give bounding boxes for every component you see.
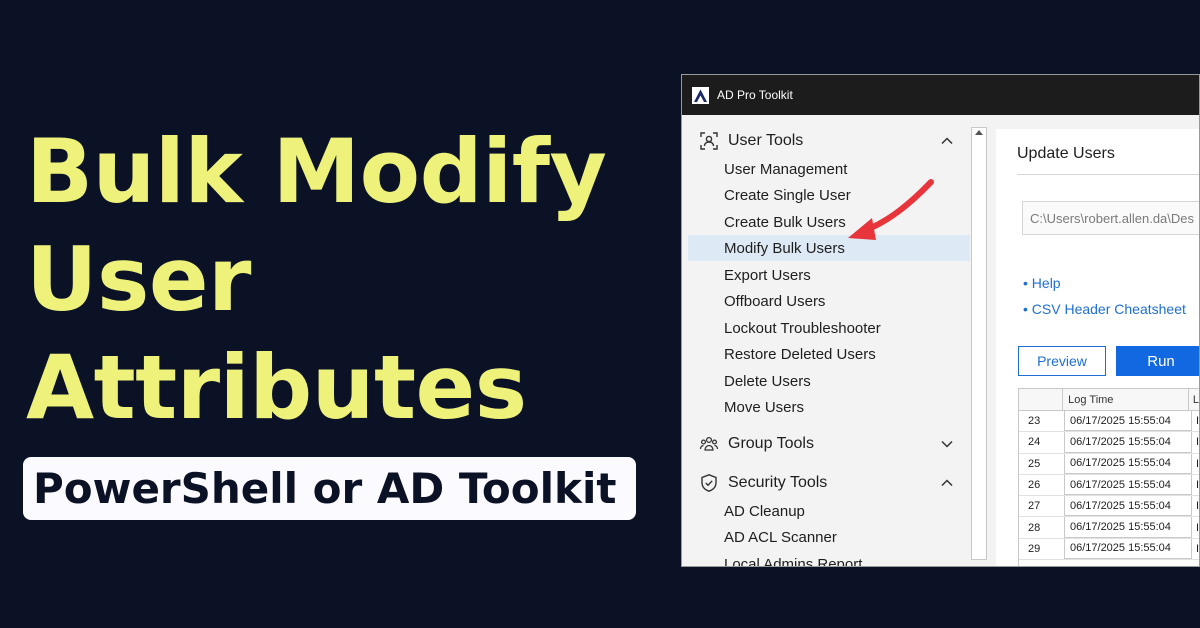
table-row[interactable]: 24 06/17/2025 15:55:04 I: [1019, 432, 1199, 454]
triangle-logo-icon: [692, 86, 709, 104]
main-panel: Update Users C:\Users\robert.allen.da\De…: [996, 129, 1199, 566]
row-log-time: 06/17/2025 15:55:04: [1063, 496, 1192, 517]
headline: Bulk Modify User Attributes: [26, 118, 666, 442]
headline-line-1: Bulk Modify: [26, 120, 607, 223]
row-log-time: 06/17/2025 15:55:04: [1063, 474, 1192, 496]
title-bar: AD Pro Toolkit: [682, 75, 1199, 115]
row-next-cell: I: [1195, 479, 1199, 492]
sidebar-item-export-users[interactable]: Export Users: [688, 262, 970, 288]
chevron-up-icon[interactable]: [940, 134, 954, 148]
table-row[interactable]: 23 06/17/2025 15:55:04 I: [1019, 411, 1199, 433]
section-group-tools[interactable]: Group Tools: [682, 430, 970, 458]
row-number: 28: [1028, 521, 1041, 534]
sidebar-item-delete-users[interactable]: Delete Users: [688, 368, 970, 394]
row-next-cell: I: [1195, 521, 1199, 534]
user-frame-icon: [700, 132, 718, 150]
row-next-cell: I: [1195, 457, 1199, 470]
section-label: Group Tools: [728, 435, 814, 452]
row-log-time: 06/17/2025 15:55:04: [1063, 432, 1192, 453]
scroll-up-arrow-icon[interactable]: [975, 130, 983, 135]
table-row[interactable]: 27 06/17/2025 15:55:04 I: [1019, 496, 1199, 518]
row-number: 23: [1028, 415, 1041, 428]
section-user-tools[interactable]: User Tools: [682, 127, 970, 155]
sidebar-scrollbar[interactable]: [971, 127, 987, 560]
row-log-time: 06/17/2025 15:55:04: [1063, 538, 1192, 560]
chevron-down-icon[interactable]: [940, 437, 954, 451]
shield-check-icon: [701, 474, 717, 492]
table-row[interactable]: 29 06/17/2025 15:55:04 I: [1019, 538, 1199, 561]
sidebar-item-offboard-users[interactable]: Offboard Users: [688, 288, 970, 314]
table-row[interactable]: 26 06/17/2025 15:55:04 I: [1019, 474, 1199, 497]
row-number: 25: [1028, 457, 1041, 470]
window-title: AD Pro Toolkit: [717, 88, 793, 102]
row-number: 27: [1028, 500, 1041, 513]
log-table-header: Log Time L: [1019, 389, 1199, 411]
chevron-up-icon[interactable]: [940, 476, 954, 490]
row-log-time: 06/17/2025 15:55:04: [1063, 411, 1192, 432]
run-button[interactable]: Run: [1116, 346, 1199, 376]
annotation-arrow-icon: [848, 179, 934, 240]
row-next-cell: I: [1195, 436, 1199, 449]
row-next-cell: I: [1195, 500, 1199, 513]
sidebar-item-ad-acl-scanner[interactable]: AD ACL Scanner: [688, 524, 970, 550]
row-number: 24: [1028, 436, 1041, 449]
sidebar-item-ad-cleanup[interactable]: AD Cleanup: [688, 498, 970, 524]
app-body: User Tools User Management Create Single…: [682, 115, 1199, 566]
file-path-input[interactable]: C:\Users\robert.allen.da\Des: [1022, 201, 1199, 235]
sidebar-item-restore-deleted-users[interactable]: Restore Deleted Users: [688, 341, 970, 367]
row-log-time: 06/17/2025 15:55:04: [1063, 453, 1192, 474]
app-window: AD Pro Toolkit User Tools User Managemen…: [681, 74, 1200, 567]
row-number: 29: [1028, 542, 1041, 555]
headline-line-2: User: [26, 228, 251, 331]
page-title: Update Users: [1017, 145, 1115, 162]
row-number: 26: [1028, 479, 1041, 492]
headline-line-3: Attributes: [26, 336, 527, 439]
column-header-next[interactable]: L: [1189, 389, 1199, 410]
title-divider: [1017, 174, 1199, 175]
subtitle-box: PowerShell or AD Toolkit: [23, 457, 636, 520]
csv-header-cheatsheet-link[interactable]: • CSV Header Cheatsheet: [1023, 301, 1186, 317]
section-label: Security Tools: [728, 474, 828, 491]
help-link[interactable]: • Help: [1023, 275, 1061, 291]
sidebar-item-lockout-troubleshooter[interactable]: Lockout Troubleshooter: [688, 315, 970, 341]
section-label: User Tools: [728, 132, 804, 149]
sidebar-item-move-users[interactable]: Move Users: [688, 394, 970, 420]
row-next-cell: I: [1195, 542, 1199, 555]
subtitle: PowerShell or AD Toolkit: [33, 464, 617, 513]
row-log-time: 06/17/2025 15:55:04: [1063, 517, 1192, 538]
row-next-cell: I: [1195, 415, 1199, 428]
section-security-tools[interactable]: Security Tools: [682, 469, 970, 497]
table-row[interactable]: 28 06/17/2025 15:55:04 I: [1019, 517, 1199, 539]
column-header-log-time[interactable]: Log Time: [1063, 389, 1189, 410]
sidebar-item-local-admins-report[interactable]: Local Admins Report: [688, 551, 970, 567]
group-icon: [699, 436, 719, 451]
log-table: Log Time L 23 06/17/2025 15:55:04 I 24 0…: [1018, 388, 1199, 566]
table-row[interactable]: 25 06/17/2025 15:55:04 I: [1019, 453, 1199, 475]
preview-button[interactable]: Preview: [1018, 346, 1106, 376]
